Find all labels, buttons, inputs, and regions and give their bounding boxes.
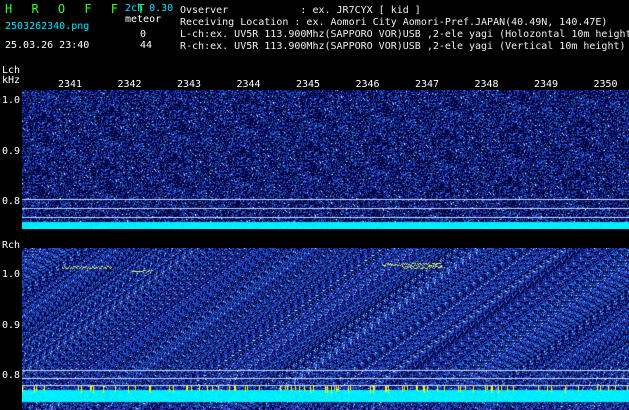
datetime: 25.03.26 23:40 — [5, 40, 90, 51]
time-tick: 2345 — [296, 79, 321, 90]
location-line: Receiving Location : ex. Aomori City Aom… — [180, 17, 608, 28]
rch-ytick-1: 1.0 — [2, 269, 21, 280]
time-tick: 2341 — [58, 79, 83, 90]
meteor-count-r: 44 — [140, 40, 153, 51]
time-tick: 2347 — [415, 79, 440, 90]
rch-waterfall — [22, 248, 629, 410]
lch-ytick-1: 1.0 — [2, 95, 21, 106]
rch-ytick-2: 0.9 — [2, 320, 21, 331]
lch-unit: kHz — [2, 75, 21, 86]
lch-waterfall — [22, 90, 629, 229]
lch-ytick-2: 0.9 — [2, 146, 21, 157]
meteor-label: meteor — [125, 14, 162, 25]
lch-ytick-3: 0.8 — [2, 196, 21, 207]
rch-label: Rch — [2, 240, 21, 251]
time-tick: 2344 — [236, 79, 261, 90]
lch-receiver-line: L-ch:ex. UV5R 113.900Mhz(SAPPORO VOR)USB… — [180, 29, 629, 40]
meteor-count-l: 0 — [140, 29, 147, 40]
time-tick: 2348 — [474, 79, 499, 90]
time-tick: 2349 — [534, 79, 559, 90]
time-tick: 2350 — [593, 79, 618, 90]
mode-label: 2ch 0.30 — [125, 3, 174, 14]
observer-line: Ovserver : ex. JR7CYX [ kid ] — [180, 5, 421, 16]
time-tick: 2346 — [355, 79, 380, 90]
filename: 2503262340.png — [5, 21, 90, 32]
time-tick: 2342 — [117, 79, 142, 90]
time-tick: 2343 — [177, 79, 202, 90]
rch-receiver-line: R-ch:ex. UV5R 113.900Mhz(SAPPORO VOR)USB… — [180, 41, 626, 52]
rch-ytick-3: 0.8 — [2, 370, 21, 381]
